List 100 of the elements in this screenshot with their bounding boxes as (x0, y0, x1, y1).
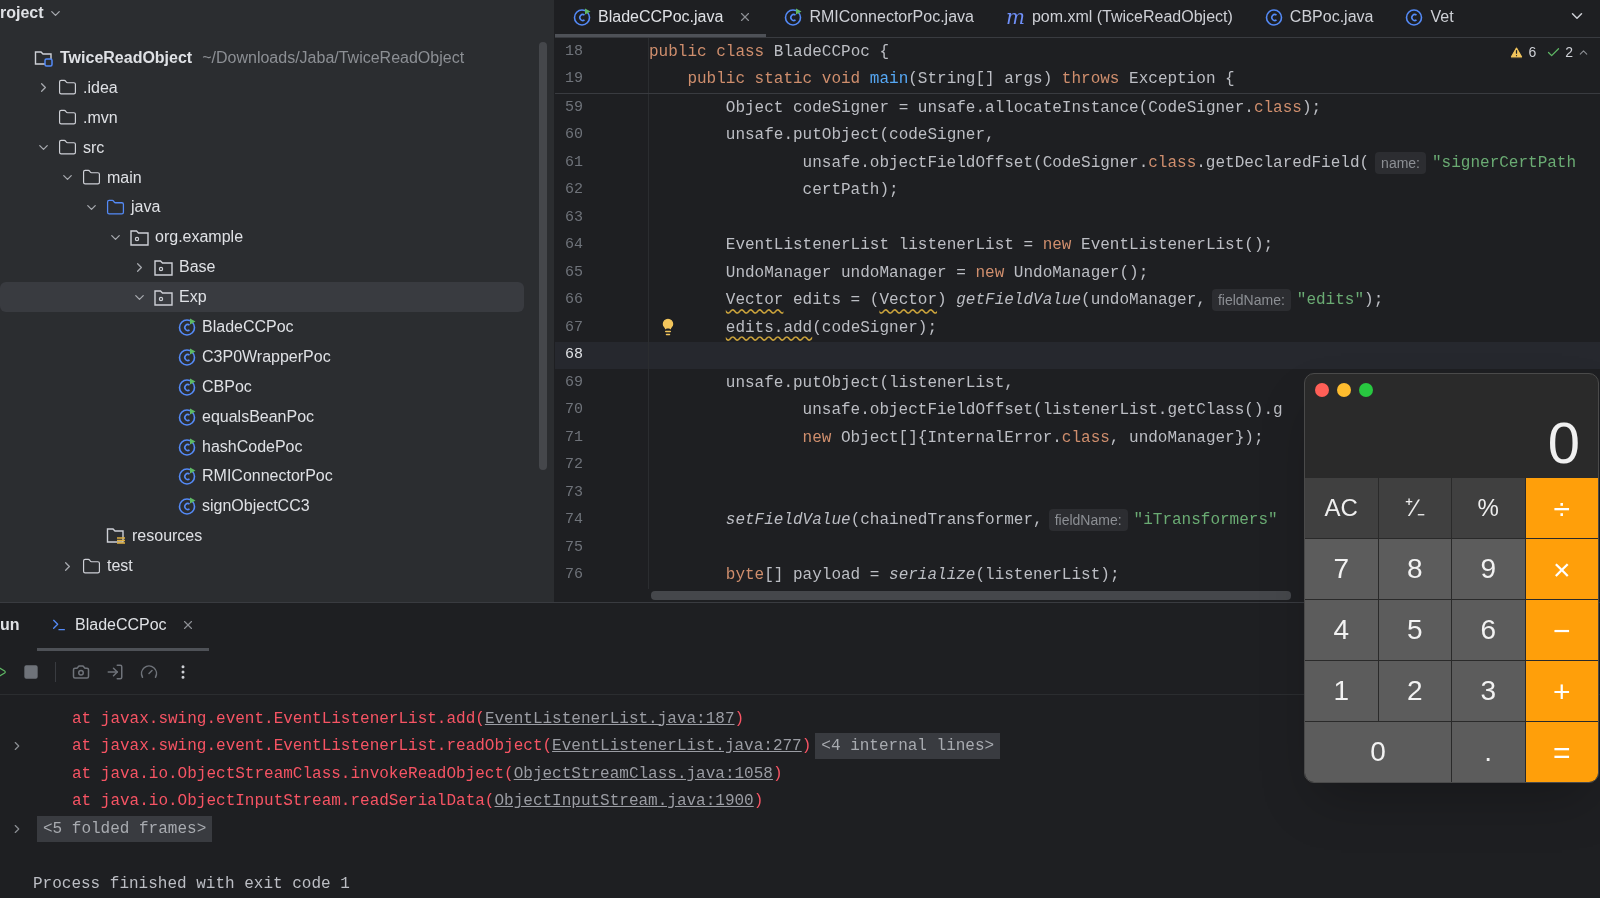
close-window-icon[interactable] (1315, 383, 1329, 397)
line-number: 60 (564, 125, 583, 145)
code-text: Vector edits = (Vector) getFieldValue(undoManager, (725, 290, 1206, 312)
line-number: 63 (564, 207, 583, 228)
maximize-window-icon[interactable] (1359, 383, 1373, 397)
code-text: "edits"); (1296, 290, 1384, 312)
calculator-key[interactable]: 5 (1378, 600, 1451, 660)
warning-icon[interactable] (1509, 45, 1525, 60)
tree-item[interactable]: TwiceReadObject ~/Downloads/Jaba/TwiceReadObject (0, 43, 524, 73)
calculator-key[interactable]: 9 (1452, 539, 1525, 599)
console-text: ) (753, 791, 764, 813)
calculator-key[interactable]: 4 (1305, 600, 1378, 660)
source-link[interactable]: ObjectInputStream.java:1900 (494, 789, 754, 814)
calculator-key[interactable]: ⁺∕₋ (1378, 478, 1451, 538)
class-icon (1264, 7, 1283, 26)
fold-marker[interactable]: <5 folded frames> (37, 816, 213, 842)
tree-item[interactable]: hashCodePoc (0, 431, 524, 462)
tree-item[interactable]: BladeCCPoc (0, 312, 524, 342)
class-icon (178, 317, 196, 336)
tree-item[interactable]: CBPoc (0, 371, 524, 402)
stop-icon[interactable] (23, 664, 39, 681)
line-number: 72 (564, 455, 583, 475)
calculator-key[interactable]: . (1452, 722, 1525, 782)
line-number: 19 (564, 69, 583, 89)
fold-marker[interactable]: <4 internal lines> (815, 733, 1001, 760)
tree-item[interactable]: java (0, 192, 524, 223)
calculator-key[interactable]: 1 (1305, 661, 1378, 721)
code-text: setFieldValue(chainedTransformer, (725, 510, 1043, 532)
console-text: at java.io.ObjectStreamClass.invokeReadObject( (72, 763, 514, 785)
warning-count: 6 (1528, 43, 1537, 62)
tree-item[interactable]: resources (0, 521, 524, 552)
console-text: at javax.swing.event.EventListenerList.add( (72, 708, 485, 730)
folder-icon (82, 556, 101, 576)
minimize-window-icon[interactable] (1337, 383, 1351, 397)
panel-title: roject (0, 3, 44, 23)
editor-tab[interactable]: Vet (1387, 0, 1468, 37)
editor-tab[interactable]: RMIConnectorPoc.java (766, 0, 988, 37)
line-number: 18 (564, 41, 583, 62)
line-number: 65 (564, 262, 583, 283)
tree-item[interactable]: main (0, 162, 524, 193)
package-folder-icon (154, 288, 173, 306)
tree-item[interactable]: C3P0WrapperPoc (0, 341, 524, 372)
class-icon (178, 347, 196, 366)
calculator-key[interactable]: 6 (1452, 600, 1525, 660)
code-text: UndoManager undoManager = new UndoManager(); (725, 262, 1149, 284)
editor-tab[interactable]: m pom.xml (TwiceReadObject) (987, 0, 1247, 37)
calculator-key[interactable]: 3 (1452, 661, 1525, 721)
horizontal-scrollbar[interactable] (651, 591, 1291, 600)
calculator-key[interactable]: 0 (1305, 722, 1451, 782)
calculator-key[interactable]: 2 (1378, 661, 1451, 721)
tree-item[interactable]: equalsBeanPoc (0, 401, 524, 432)
line-number: 69 (564, 372, 583, 393)
tree-item[interactable]: Exp (0, 282, 524, 312)
console-text: Process finished with exit code 1 (33, 874, 350, 896)
line-number: 66 (564, 290, 583, 310)
run-tab[interactable]: BladeCCPoc (37, 602, 209, 651)
line-number: 75 (564, 537, 583, 558)
tree-item[interactable]: .mvn (0, 102, 524, 133)
class-icon (784, 7, 803, 26)
source-link[interactable]: ObjectStreamClass.java:1058 (513, 761, 773, 786)
calculator-key[interactable]: 7 (1305, 539, 1378, 599)
editor-tab[interactable]: CBPoc.java (1246, 0, 1388, 37)
calculator-key[interactable]: 8 (1378, 539, 1451, 599)
check-count: 2 (1565, 43, 1573, 62)
calculator-key[interactable]: AC (1305, 478, 1378, 538)
scrollbar[interactable] (539, 42, 547, 470)
line-number: 73 (564, 482, 583, 503)
folder-icon (82, 168, 101, 187)
source-link[interactable]: EventListenerList.java:187 (484, 706, 735, 731)
code-text: byte[] payload = serialize(listenerList); (725, 565, 1120, 587)
tree-item[interactable]: Base (0, 252, 524, 283)
calculator-display: 0 (1547, 414, 1580, 472)
parameter-hint: fieldName: (1211, 289, 1291, 312)
tree-item[interactable]: .idea (0, 72, 524, 103)
panel-title: un (0, 614, 21, 635)
tree-item[interactable]: test (0, 551, 524, 582)
code-text: certPath); (802, 180, 899, 202)
tree-item[interactable]: signObjectCC3 (0, 491, 524, 522)
console-text: ) (801, 736, 812, 758)
line-number: 74 (564, 510, 583, 530)
code-text: unsafe.putObject(listenerList, (725, 372, 1014, 394)
code-text: edits.add(codeSigner); (725, 317, 938, 339)
tree-item[interactable]: org.example (0, 222, 524, 253)
tree-item[interactable]: RMIConnectorPoc (0, 461, 524, 492)
line-number: 76 (564, 565, 583, 585)
code-text: unsafe.putObject(codeSigner, (725, 125, 995, 147)
calculator-key[interactable]: % (1452, 478, 1525, 538)
console-text: ) (734, 708, 745, 730)
camera-icon[interactable] (72, 663, 90, 682)
source-link[interactable]: EventListenerList.java:277 (552, 734, 802, 759)
class-icon (178, 377, 196, 396)
import-icon[interactable] (106, 663, 124, 682)
line-number: 62 (564, 180, 583, 200)
parameter-hint: name: (1375, 151, 1426, 174)
line-number: 71 (564, 427, 583, 448)
tree-item[interactable]: src (0, 132, 524, 163)
code-text: "iTransformers" (1133, 510, 1278, 532)
line-number: 68 (564, 345, 583, 365)
class-icon (178, 407, 196, 426)
maven-icon: m (1005, 6, 1025, 27)
